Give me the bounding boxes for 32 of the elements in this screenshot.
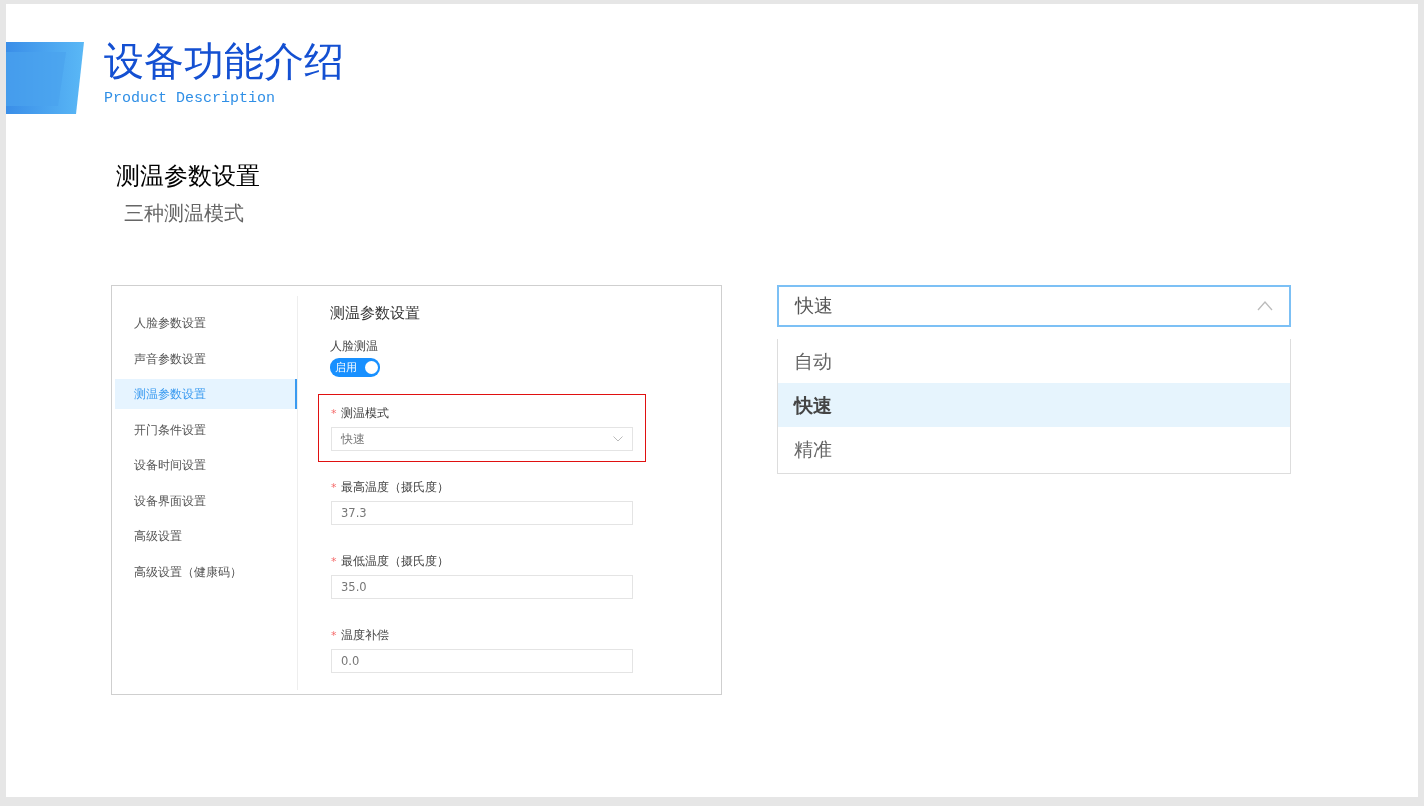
select-field[interactable]: 快速 <box>777 285 1291 327</box>
form-title: 测温参数设置 <box>330 304 420 323</box>
input-field[interactable]: 0.0 <box>331 649 633 673</box>
input-field[interactable]: 37.3 <box>331 501 633 525</box>
chevron-up-icon <box>1257 301 1273 311</box>
slide-subtitle: Product Description <box>104 90 277 107</box>
sidebar-item[interactable]: 设备时间设置 <box>115 450 297 480</box>
sidebar-item[interactable]: 高级设置（健康码） <box>115 556 297 587</box>
dropdown-option[interactable]: 自动 <box>778 339 1290 383</box>
select-field[interactable]: 快速 <box>331 427 633 451</box>
required-mark: * <box>331 407 337 420</box>
field-label: 温度补偿 <box>340 628 389 643</box>
required-mark: * <box>331 481 337 494</box>
field-label: 人脸测温 <box>330 339 378 354</box>
sidebar-item[interactable]: 开门条件设置 <box>115 414 297 445</box>
dropdown-option[interactable]: 精准 <box>778 427 1290 471</box>
sidebar-item[interactable]: 人脸参数设置 <box>115 308 297 338</box>
logo-icon <box>6 40 86 116</box>
field-label: 最高温度（摄氏度） <box>340 480 449 495</box>
dropdown-option[interactable]: 快速 <box>778 383 1290 427</box>
input-field[interactable]: 35.0 <box>331 575 633 599</box>
chevron-down-icon <box>613 436 623 442</box>
sidebar-item[interactable]: 声音参数设置 <box>115 343 297 374</box>
sidebar-item[interactable]: 高级设置 <box>115 521 297 551</box>
field-label: 测温模式 <box>340 406 389 421</box>
sidebar-item[interactable]: 设备界面设置 <box>115 485 297 516</box>
slide-title: 设备功能介绍 <box>104 38 344 86</box>
section-subtitle: 三种测温模式 <box>124 200 245 227</box>
field-label: 最低温度（摄氏度） <box>340 554 449 569</box>
required-mark: * <box>331 555 337 568</box>
required-mark: * <box>331 629 337 642</box>
section-title: 测温参数设置 <box>116 161 261 192</box>
